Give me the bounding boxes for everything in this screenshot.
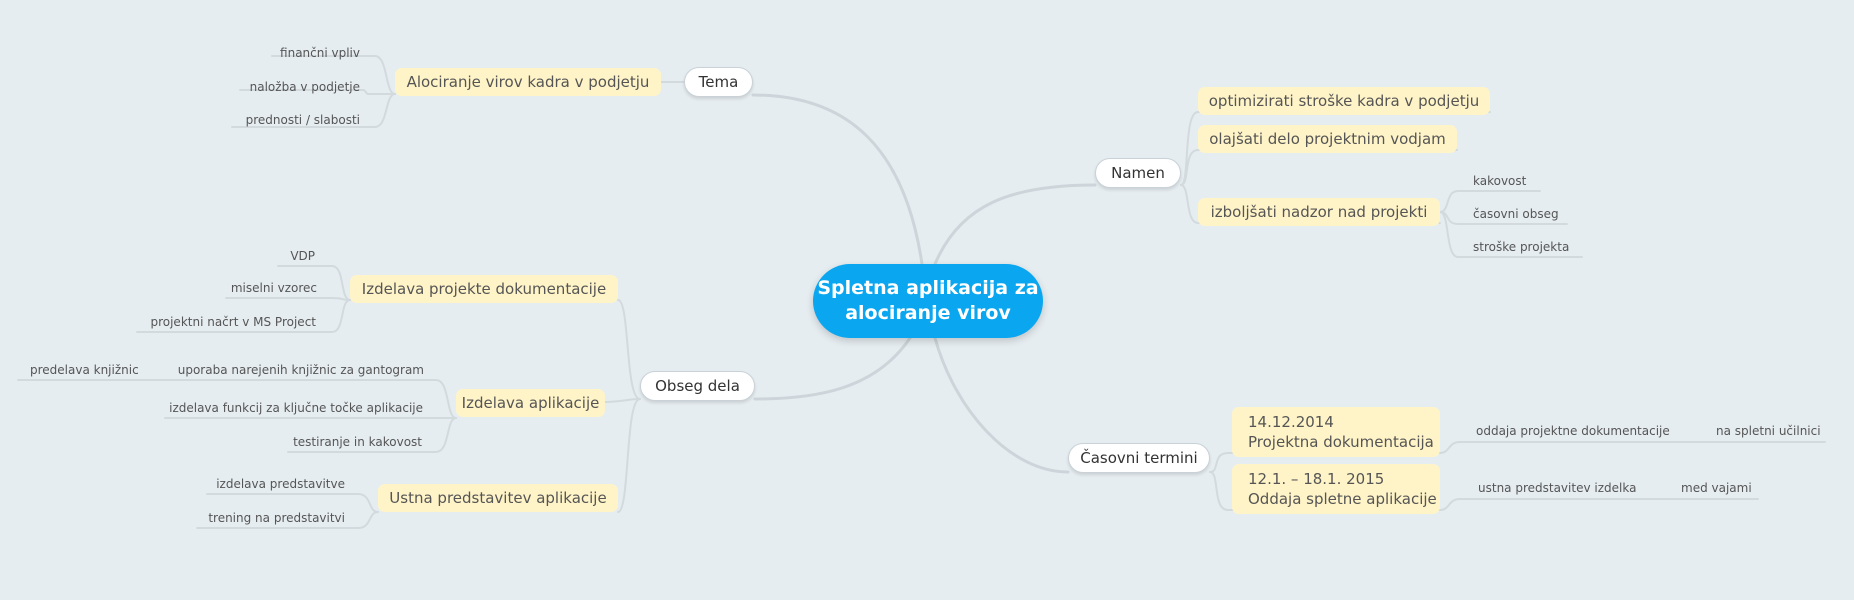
termini-item-2-date: 12.1. – 18.1. 2015 — [1248, 470, 1385, 488]
namen-sub-1-label: optimizirati stroške kadra v podjetju — [1208, 92, 1480, 110]
topic-obseg-dela[interactable]: Obseg dela — [640, 371, 755, 401]
termini-item-2-leaf[interactable]: ustna predstavitev izdelka — [1478, 479, 1653, 497]
tema-sub-label: Alociranje virov kadra v podjetju — [406, 73, 650, 91]
topic-namen-label: Namen — [1111, 164, 1165, 182]
obseg-sub-predstavitev[interactable]: Ustna predstavitev aplikacije — [378, 484, 618, 512]
namen-leaf-casovni-obseg[interactable]: časovni obseg — [1473, 205, 1583, 223]
namen-sub-1[interactable]: optimizirati stroške kadra v podjetju — [1198, 87, 1490, 115]
app-leaf-knjiznice[interactable]: uporaba narejenih knjižnic za gantogram — [170, 361, 424, 379]
tema-leaf-nalozba[interactable]: naložba v podjetje — [220, 78, 360, 96]
obseg-sub-aplikacija-label: Izdelava aplikacije — [461, 394, 600, 412]
termini-item-2-subleaf[interactable]: med vajami — [1681, 479, 1761, 497]
doc-leaf-miselni-vzorec[interactable]: miselni vzorec — [200, 279, 317, 297]
edge-item-2-leaf — [1439, 498, 1656, 511]
edge-obseg-pres — [617, 398, 641, 513]
termini-item-1[interactable]: 14.12.2014 Projektna dokumentacija — [1232, 407, 1440, 457]
namen-leaf-stroske[interactable]: stroške projekta — [1473, 238, 1593, 256]
obseg-sub-predstavitev-label: Ustna predstavitev aplikacije — [389, 489, 607, 507]
root-title-line-1: Spletna aplikacija za — [817, 277, 1039, 299]
root-node[interactable]: Spletna aplikacija za alociranje virov — [813, 264, 1043, 338]
termini-item-1-title: Projektna dokumentacija — [1248, 433, 1434, 451]
pres-leaf-izdelava[interactable]: izdelava predstavitve — [207, 475, 345, 493]
edge-root-namen — [933, 183, 1097, 266]
topic-tema[interactable]: Tema — [684, 67, 753, 97]
termini-item-1-subleaf[interactable]: na spletni učilnici — [1716, 422, 1836, 440]
termini-item-2[interactable]: 12.1. – 18.1. 2015 Oddaja spletne aplika… — [1232, 464, 1440, 514]
edge-doc-leaf-2 — [225, 297, 351, 301]
topic-namen[interactable]: Namen — [1095, 158, 1181, 188]
edge-item-1-leaf — [1439, 441, 1686, 454]
termini-item-1-leaf[interactable]: oddaja projektne dokumentacije — [1476, 422, 1676, 440]
edge-obseg-app — [604, 398, 641, 403]
pres-leaf-trening[interactable]: trening na predstavitvi — [197, 509, 345, 527]
app-subleaf-predelava[interactable]: predelava knjižnic — [30, 361, 160, 379]
app-leaf-funkcije[interactable]: izdelava funkcij za ključne točke aplika… — [165, 399, 423, 417]
obseg-sub-dokumentacija-label: Izdelava projekte dokumentacije — [361, 280, 607, 298]
root-title-line-2: alociranje virov — [845, 302, 1011, 324]
edge-root-obseg — [753, 336, 912, 401]
topic-termini-label: Časovni termini — [1080, 449, 1198, 467]
tema-leaf-prednosti[interactable]: prednosti / slabosti — [220, 111, 360, 129]
edge-root-tema — [751, 93, 924, 266]
namen-sub-3-label: izboljšati nadzor nad projekti — [1210, 203, 1428, 221]
tema-leaf-financni-vpliv[interactable]: finančni vpliv — [240, 44, 360, 62]
edge-obseg-doc — [617, 299, 641, 400]
topic-obseg-label: Obseg dela — [655, 377, 740, 395]
edge-root-termini — [933, 336, 1070, 474]
obseg-sub-dokumentacija[interactable]: Izdelava projekte dokumentacije — [350, 275, 618, 303]
obseg-sub-aplikacija[interactable]: Izdelava aplikacije — [456, 389, 605, 417]
topic-tema-label: Tema — [698, 73, 739, 91]
namen-sub-2-label: olajšati delo projektnim vodjam — [1209, 130, 1446, 148]
topic-casovni-termini[interactable]: Časovni termini — [1068, 443, 1210, 473]
termini-item-1-date: 14.12.2014 — [1248, 413, 1334, 431]
namen-leaf-kakovost[interactable]: kakovost — [1473, 172, 1563, 190]
tema-sub-node[interactable]: Alociranje virov kadra v podjetju — [395, 68, 661, 96]
termini-item-2-title: Oddaja spletne aplikacije — [1248, 490, 1437, 508]
edge-namen-sub-2 — [1180, 149, 1458, 186]
namen-sub-3[interactable]: izboljšati nadzor nad projekti — [1198, 198, 1440, 226]
doc-leaf-projektni-nacrt[interactable]: projektni načrt v MS Project — [130, 313, 316, 331]
namen-sub-2[interactable]: olajšati delo projektnim vodjam — [1198, 125, 1457, 153]
app-leaf-testiranje[interactable]: testiranje in kakovost — [280, 433, 422, 451]
doc-leaf-vdp[interactable]: VDP — [230, 247, 315, 265]
